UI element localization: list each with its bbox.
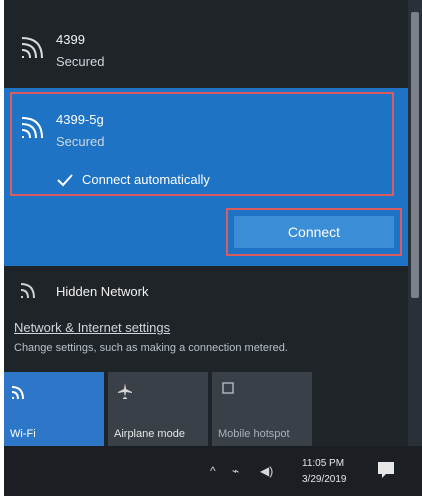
network-item-4399[interactable]: 4399 Secured bbox=[4, 0, 408, 88]
taskbar: ^ ⌁ ◀) 11:05 PM 3/29/2019 bbox=[4, 446, 422, 496]
airplane-icon bbox=[118, 383, 132, 399]
connect-button-outline: Connect bbox=[226, 208, 402, 256]
quick-action-airplane-mode[interactable]: Airplane mode bbox=[108, 372, 208, 446]
network-security: Secured bbox=[56, 134, 105, 149]
action-center-icon[interactable] bbox=[376, 460, 396, 480]
quick-action-wifi[interactable]: Wi-Fi bbox=[4, 372, 104, 446]
hotspot-icon bbox=[222, 382, 234, 394]
quick-action-label: Mobile hotspot bbox=[218, 428, 290, 440]
quick-action-label: Airplane mode bbox=[114, 428, 185, 440]
volume-icon[interactable]: ◀) bbox=[260, 464, 273, 478]
chevron-up-icon[interactable]: ^ bbox=[210, 464, 216, 478]
hidden-network-item[interactable]: Hidden Network bbox=[4, 266, 408, 316]
network-ssid: 4399-5g bbox=[56, 112, 104, 127]
taskbar-date[interactable]: 3/29/2019 bbox=[302, 474, 347, 485]
connect-button[interactable]: Connect bbox=[234, 216, 394, 248]
scrollbar-thumb[interactable] bbox=[411, 12, 419, 298]
wifi-icon bbox=[11, 386, 24, 400]
auto-connect-label: Connect automatically bbox=[82, 172, 210, 187]
checkmark-icon bbox=[57, 173, 73, 186]
network-settings-link[interactable]: Network & Internet settings bbox=[14, 320, 170, 335]
scrollbar[interactable] bbox=[408, 0, 422, 446]
quick-action-mobile-hotspot[interactable]: Mobile hotspot bbox=[212, 372, 312, 446]
wifi-hidden-icon bbox=[20, 283, 35, 299]
wifi-flyout: 4399 Secured 4399-5g Secured Connect aut… bbox=[4, 0, 422, 446]
network-ssid: 4399 bbox=[56, 32, 85, 47]
hidden-network-label: Hidden Network bbox=[56, 284, 149, 299]
network-icon[interactable]: ⌁ bbox=[232, 464, 239, 478]
network-settings-subtitle: Change settings, such as making a connec… bbox=[14, 342, 288, 354]
taskbar-time[interactable]: 11:05 PM bbox=[302, 458, 344, 469]
network-item-4399-5g[interactable]: 4399-5g Secured Connect automatically Co… bbox=[4, 88, 408, 266]
quick-action-label: Wi-Fi bbox=[10, 428, 36, 440]
auto-connect-checkbox[interactable]: Connect automatically bbox=[56, 172, 210, 187]
network-security: Secured bbox=[56, 54, 105, 69]
wifi-signal-icon bbox=[21, 117, 43, 139]
wifi-signal-icon bbox=[21, 37, 43, 59]
